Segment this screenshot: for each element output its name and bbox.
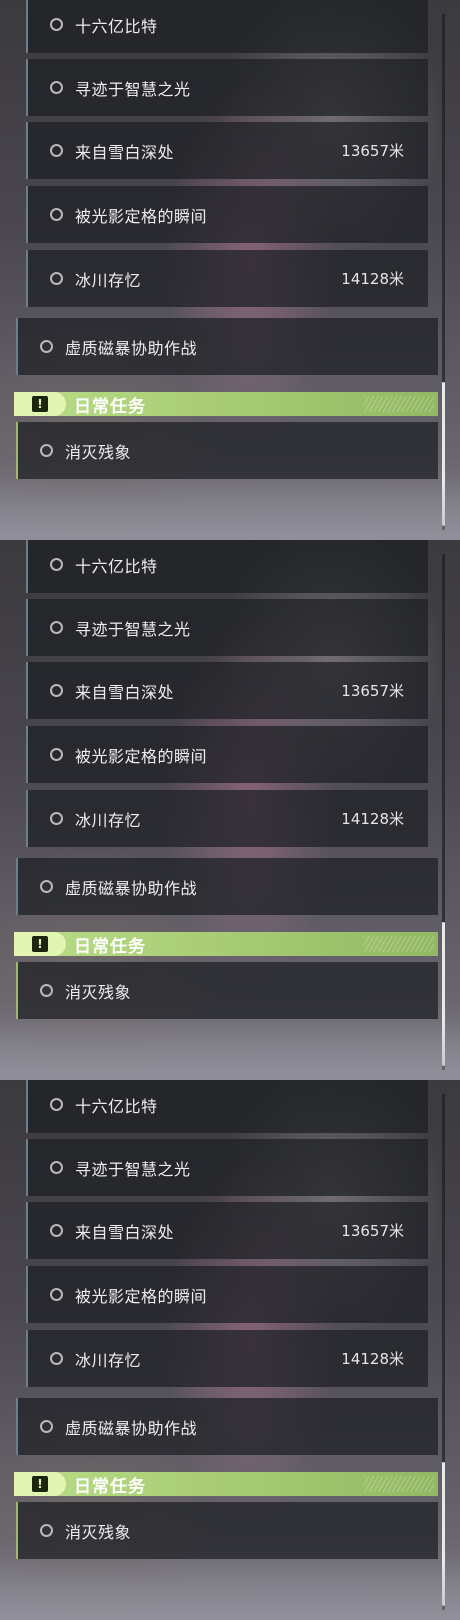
exclamation-icon: ! (32, 936, 48, 952)
daily-task-row[interactable]: 消灭残象 (16, 1502, 438, 1559)
task-name: 来自雪白深处 (75, 682, 175, 702)
task-name: 寻迹于智慧之光 (75, 619, 191, 639)
task-name: 十六亿比特 (75, 556, 158, 576)
task-list-panel: 十六亿比特 寻迹于智慧之光 来自雪白深处 13657米 被光影定格的瞬间 冰川存… (0, 0, 460, 540)
task-status-ring-icon (50, 812, 63, 825)
task-distance: 13657米 (341, 142, 404, 160)
daily-task-row[interactable]: 消灭残象 (16, 962, 438, 1019)
task-distance: 13657米 (341, 1222, 404, 1240)
exclamation-icon: ! (32, 396, 48, 412)
scrollbar-thumb[interactable] (442, 382, 445, 526)
section-title: 日常任务 (74, 1476, 146, 1497)
task-row[interactable]: 被光影定格的瞬间 (26, 1266, 428, 1323)
task-row[interactable]: 十六亿比特 (26, 540, 428, 593)
task-status-ring-icon (50, 1224, 63, 1237)
task-name: 冰川存忆 (75, 1350, 142, 1370)
task-status-ring-icon (50, 1352, 63, 1365)
task-status-ring-icon (50, 621, 63, 634)
section-title: 日常任务 (74, 396, 146, 417)
alert-badge: ! (14, 1472, 66, 1496)
combat-task-row[interactable]: 虚质磁暴协助作战 (16, 318, 438, 375)
task-status-ring-icon (40, 880, 53, 893)
task-status-ring-icon (40, 340, 53, 353)
task-status-ring-icon (50, 81, 63, 94)
scrollbar-thumb[interactable] (442, 1462, 445, 1606)
daily-tasks-header: ! 日常任务 (14, 392, 438, 417)
task-name: 消灭残象 (65, 442, 132, 462)
task-status-ring-icon (50, 558, 63, 571)
task-distance: 14128米 (341, 270, 404, 288)
task-status-ring-icon (50, 18, 63, 31)
task-name: 来自雪白深处 (75, 1222, 175, 1242)
task-row[interactable]: 十六亿比特 (26, 1080, 428, 1133)
decorative-stripes (364, 396, 434, 412)
daily-tasks-header: ! 日常任务 (14, 932, 438, 957)
task-name: 虚质磁暴协助作战 (65, 338, 198, 358)
task-status-ring-icon (50, 1161, 63, 1174)
task-row[interactable]: 冰川存忆 14128米 (26, 1330, 428, 1387)
section-title: 日常任务 (74, 936, 146, 957)
task-name: 十六亿比特 (75, 1096, 158, 1116)
combat-task-row[interactable]: 虚质磁暴协助作战 (16, 1398, 438, 1455)
task-row[interactable]: 寻迹于智慧之光 (26, 59, 428, 116)
combat-task-row[interactable]: 虚质磁暴协助作战 (16, 858, 438, 915)
task-distance: 14128米 (341, 810, 404, 828)
task-list-panel: 十六亿比特 寻迹于智慧之光 来自雪白深处 13657米 被光影定格的瞬间 冰川存… (0, 540, 460, 1080)
task-row[interactable]: 来自雪白深处 13657米 (26, 662, 428, 719)
task-name: 被光影定格的瞬间 (75, 206, 208, 226)
task-row[interactable]: 寻迹于智慧之光 (26, 1139, 428, 1196)
task-status-ring-icon (40, 1524, 53, 1537)
alert-badge: ! (14, 392, 66, 416)
daily-task-row[interactable]: 消灭残象 (16, 422, 438, 479)
task-name: 消灭残象 (65, 982, 132, 1002)
task-distance: 13657米 (341, 682, 404, 700)
task-status-ring-icon (50, 208, 63, 221)
task-row[interactable]: 十六亿比特 (26, 0, 428, 53)
task-name: 寻迹于智慧之光 (75, 1159, 191, 1179)
task-name: 虚质磁暴协助作战 (65, 878, 198, 898)
task-status-ring-icon (40, 1420, 53, 1433)
exclamation-icon: ! (32, 1476, 48, 1492)
task-status-ring-icon (50, 684, 63, 697)
task-name: 寻迹于智慧之光 (75, 79, 191, 99)
task-row[interactable]: 来自雪白深处 13657米 (26, 1202, 428, 1259)
decorative-stripes (364, 936, 434, 952)
task-name: 被光影定格的瞬间 (75, 1286, 208, 1306)
task-row[interactable]: 被光影定格的瞬间 (26, 726, 428, 783)
task-status-ring-icon (40, 444, 53, 457)
task-distance: 14128米 (341, 1350, 404, 1368)
task-list-panel: 十六亿比特 寻迹于智慧之光 来自雪白深处 13657米 被光影定格的瞬间 冰川存… (0, 1080, 460, 1620)
task-status-ring-icon (40, 984, 53, 997)
task-row[interactable]: 冰川存忆 14128米 (26, 250, 428, 307)
task-row[interactable]: 冰川存忆 14128米 (26, 790, 428, 847)
task-name: 十六亿比特 (75, 16, 158, 36)
scrollbar-thumb[interactable] (442, 922, 445, 1066)
task-status-ring-icon (50, 272, 63, 285)
task-status-ring-icon (50, 748, 63, 761)
task-name: 被光影定格的瞬间 (75, 746, 208, 766)
task-status-ring-icon (50, 1098, 63, 1111)
task-name: 消灭残象 (65, 1522, 132, 1542)
task-status-ring-icon (50, 144, 63, 157)
alert-badge: ! (14, 932, 66, 956)
task-name: 虚质磁暴协助作战 (65, 1418, 198, 1438)
task-name: 冰川存忆 (75, 810, 142, 830)
task-row[interactable]: 被光影定格的瞬间 (26, 186, 428, 243)
task-row[interactable]: 来自雪白深处 13657米 (26, 122, 428, 179)
daily-tasks-header: ! 日常任务 (14, 1472, 438, 1497)
task-name: 来自雪白深处 (75, 142, 175, 162)
task-name: 冰川存忆 (75, 270, 142, 290)
task-row[interactable]: 寻迹于智慧之光 (26, 599, 428, 656)
decorative-stripes (364, 1476, 434, 1492)
task-status-ring-icon (50, 1288, 63, 1301)
